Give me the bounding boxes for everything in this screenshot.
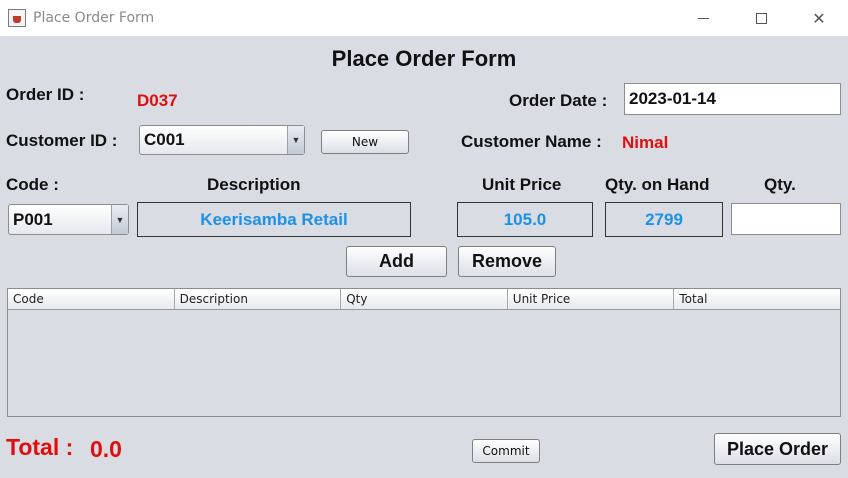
item-code-selected: P001 — [13, 209, 53, 229]
java-app-icon — [8, 9, 26, 27]
column-header-description[interactable]: Description — [175, 289, 342, 309]
description-label: Description — [207, 175, 301, 194]
commit-button[interactable]: Commit — [472, 439, 540, 463]
order-date-label: Order Date : — [509, 91, 608, 110]
order-items-table[interactable]: Code Description Qty Unit Price Total — [7, 288, 841, 417]
customer-id-combo[interactable]: C001 ▼ — [139, 125, 305, 155]
column-header-code[interactable]: Code — [8, 289, 175, 309]
customer-name-label: Customer Name : — [461, 132, 602, 151]
minimize-icon — [697, 17, 709, 19]
column-header-unit-price[interactable]: Unit Price — [508, 289, 675, 309]
table-header: Code Description Qty Unit Price Total — [8, 289, 840, 310]
add-button[interactable]: Add — [346, 246, 447, 277]
unit-price-display: 105.0 — [457, 202, 593, 237]
order-id-label: Order ID : — [6, 85, 85, 104]
close-button[interactable]: ✕ — [790, 0, 848, 36]
qty-on-hand-display: 2799 — [605, 202, 723, 237]
minimize-button[interactable] — [674, 0, 732, 36]
qty-on-hand-label: Qty. on Hand — [605, 175, 710, 194]
close-icon: ✕ — [812, 8, 826, 28]
code-label: Code : — [6, 175, 59, 194]
customer-id-label: Customer ID : — [6, 131, 118, 150]
qty-input[interactable] — [731, 203, 841, 235]
remove-button[interactable]: Remove — [458, 246, 556, 277]
maximize-icon — [755, 12, 767, 24]
total-value: 0.0 — [90, 436, 122, 462]
column-header-qty[interactable]: Qty — [341, 289, 508, 309]
order-date-field[interactable]: 2023-01-14 — [624, 83, 841, 115]
window-title: Place Order Form — [33, 10, 155, 26]
place-order-button[interactable]: Place Order — [714, 433, 841, 465]
description-display: Keerisamba Retail — [137, 202, 411, 237]
chevron-down-icon[interactable]: ▼ — [111, 205, 128, 234]
qty-label: Qty. — [764, 175, 796, 194]
customer-name-value: Nimal — [622, 133, 669, 152]
column-header-total[interactable]: Total — [674, 289, 840, 309]
customer-id-selected: C001 — [144, 130, 185, 149]
unit-price-label: Unit Price — [482, 175, 562, 194]
maximize-button[interactable] — [732, 0, 790, 36]
title-bar: Place Order Form ✕ — [0, 0, 848, 36]
item-code-combo[interactable]: P001 ▼ — [8, 204, 129, 235]
new-customer-button[interactable]: New — [321, 130, 409, 154]
total-label: Total : — [6, 434, 74, 460]
order-id-value: D037 — [137, 91, 178, 110]
app-window: Place Order Form ✕ Place Order Form Orde… — [0, 0, 848, 478]
form-heading: Place Order Form — [331, 46, 517, 71]
chevron-down-icon[interactable]: ▼ — [287, 126, 304, 154]
